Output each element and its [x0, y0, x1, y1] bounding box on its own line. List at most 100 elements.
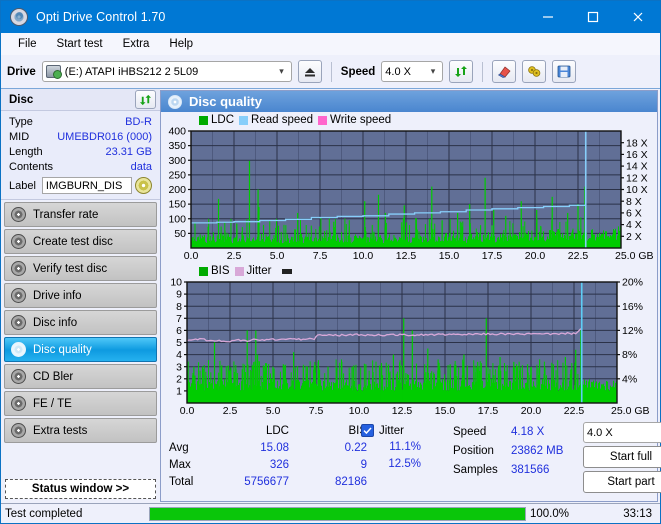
sidebar-item-disc-quality[interactable]: Disc quality: [4, 337, 157, 362]
erase-button[interactable]: [492, 60, 517, 83]
sidebar-item-disc-info[interactable]: Disc info: [4, 310, 157, 335]
svg-text:4: 4: [176, 349, 182, 361]
speed-select[interactable]: 4.0 X ▾: [381, 61, 444, 82]
disc-length-value: 23.31 GB: [105, 145, 152, 158]
start-full-button[interactable]: Start full: [583, 446, 661, 468]
legend-label-write-speed: Write speed: [330, 114, 392, 126]
jitter-block: Jitter 11.1% 12.5%: [361, 422, 453, 501]
svg-text:7: 7: [176, 313, 182, 325]
disc-info-row: Contents data: [9, 159, 152, 174]
cell-total-bis: 82186: [335, 475, 367, 488]
disc-label-value: IMGBURN_DIS: [41, 177, 132, 194]
svg-text:22.5: 22.5: [564, 405, 585, 417]
legend-swatch-write-speed: [318, 115, 328, 125]
disc-header-label: Disc: [9, 93, 34, 106]
speed-value: 4.18 X: [511, 425, 545, 438]
progress-percent: 100.0%: [530, 507, 570, 520]
sidebar-item-label: FE / TE: [33, 397, 72, 410]
menu-item-help[interactable]: Help: [160, 36, 202, 52]
sidebar-item-fe-te[interactable]: FE / TE: [4, 391, 157, 416]
progress-bar: [149, 506, 526, 521]
svg-text:12%: 12%: [622, 325, 643, 337]
jitter-checkbox[interactable]: [361, 424, 374, 437]
cell-avg-ldc: 15.08: [260, 441, 289, 454]
svg-text:6: 6: [176, 325, 182, 337]
legend-item-bis: BIS: [199, 265, 230, 277]
legend-swatch-ldc: [199, 115, 208, 125]
disc-mid-label: MID: [9, 130, 30, 143]
disc-label-row: Label IMGBURN_DIS: [9, 176, 152, 195]
progress-bar-fill: [150, 507, 525, 520]
legend-swatch-read-speed: [239, 115, 249, 125]
svg-text:2: 2: [176, 373, 182, 385]
close-icon[interactable]: [615, 1, 660, 33]
legend-label-ldc: LDC: [211, 114, 235, 126]
table-header-row: LDC BIS: [169, 422, 367, 439]
main-body: Disc Type BD-R MID UMEBDR016 (000) Lengt…: [1, 89, 661, 503]
menu-item-file[interactable]: File: [9, 36, 46, 52]
svg-text:8%: 8%: [622, 349, 637, 361]
disc-header: Disc: [1, 89, 160, 111]
sidebar-item-create-test-disc[interactable]: Create test disc: [4, 229, 157, 254]
chart-top: 400 350 300 250 200 150 100 50 18 X 16 X 14 X 12 X1…: [161, 127, 657, 263]
svg-text:17.5: 17.5: [482, 250, 503, 262]
drive-icon: [45, 65, 62, 79]
disc-contents-value: data: [130, 160, 152, 173]
start-part-button[interactable]: Start part: [583, 471, 661, 493]
refresh-button[interactable]: [449, 60, 474, 83]
tools-button[interactable]: [522, 60, 547, 83]
test-speed-value: 4.0 X: [587, 426, 613, 439]
position-key: Position: [453, 444, 494, 457]
legend-item-write-speed: Write speed: [318, 114, 391, 126]
svg-text:10: 10: [170, 278, 182, 289]
sidebar-item-verify-test-disc[interactable]: Verify test disc: [4, 256, 157, 281]
menu-item-start-test[interactable]: Start test: [48, 36, 112, 52]
save-button[interactable]: [552, 60, 577, 83]
svg-text:20.0: 20.0: [521, 405, 542, 417]
jitter-checkbox-row[interactable]: Jitter: [361, 422, 453, 439]
drive-select[interactable]: (E:) ATAPI iHBS212 2 5L09 ▾: [41, 61, 292, 82]
status-window-button[interactable]: Status window >>: [5, 479, 156, 499]
sidebar-item-extra-tests[interactable]: Extra tests: [4, 418, 157, 443]
cell-avg-bis: 0.22: [344, 441, 367, 454]
statistics-area: LDC BIS Avg 15.08 0.22 Max 326 9 Total 5…: [161, 418, 661, 501]
disc-icon[interactable]: [135, 177, 152, 194]
svg-text:10.0: 10.0: [353, 250, 374, 262]
svg-text:7.5: 7.5: [313, 250, 328, 262]
svg-text:8: 8: [176, 301, 182, 313]
disc-type-value: BD-R: [125, 115, 152, 128]
disc-icon: [11, 315, 26, 330]
table-row: Avg 15.08 0.22: [169, 439, 367, 456]
sidebar-item-cd-bler[interactable]: CD Bler: [4, 364, 157, 389]
status-bar: Test completed 100.0% 33:13: [1, 503, 660, 523]
menu-item-extra[interactable]: Extra: [114, 36, 159, 52]
eject-button[interactable]: [297, 60, 322, 83]
sidebar-item-label: Disc info: [33, 316, 78, 329]
title-bar: Opti Drive Control 1.70: [1, 1, 660, 33]
svg-text:300: 300: [168, 155, 186, 167]
svg-text:4%: 4%: [622, 373, 637, 385]
column-header-bis: BIS: [348, 424, 367, 437]
sidebar-item-label: Disc quality: [33, 343, 92, 356]
row-label-avg: Avg: [169, 441, 189, 454]
svg-text:9: 9: [176, 289, 182, 301]
svg-text:1: 1: [176, 386, 182, 398]
toolbar-separator: [330, 61, 332, 82]
disc-info: Type BD-R MID UMEBDR016 (000) Length 23.…: [1, 111, 160, 200]
minimize-icon[interactable]: [525, 1, 570, 33]
bis-jitter-chart: 10987654321 20% 16% 12% 8% 4% 0.0 2.5 5.0 7.5 10.0…: [170, 278, 649, 417]
maximize-icon[interactable]: [570, 1, 615, 33]
sidebar-item-drive-info[interactable]: Drive info: [4, 283, 157, 308]
svg-text:18 X: 18 X: [626, 137, 648, 149]
jitter-avg-value: 11.1%: [389, 441, 421, 453]
elapsed-time: 33:13: [623, 507, 652, 520]
svg-text:350: 350: [168, 140, 186, 152]
sidebar-item-label: CD Bler: [33, 370, 74, 383]
svg-text:17.5: 17.5: [478, 405, 499, 417]
disc-refresh-button[interactable]: [135, 90, 156, 109]
svg-text:2.5: 2.5: [223, 405, 238, 417]
test-speed-select[interactable]: 4.0 X ▾: [583, 422, 661, 443]
disc-label-label: Label: [9, 179, 36, 192]
sidebar: Disc Type BD-R MID UMEBDR016 (000) Lengt…: [1, 89, 160, 503]
sidebar-item-transfer-rate[interactable]: Transfer rate: [4, 202, 157, 227]
